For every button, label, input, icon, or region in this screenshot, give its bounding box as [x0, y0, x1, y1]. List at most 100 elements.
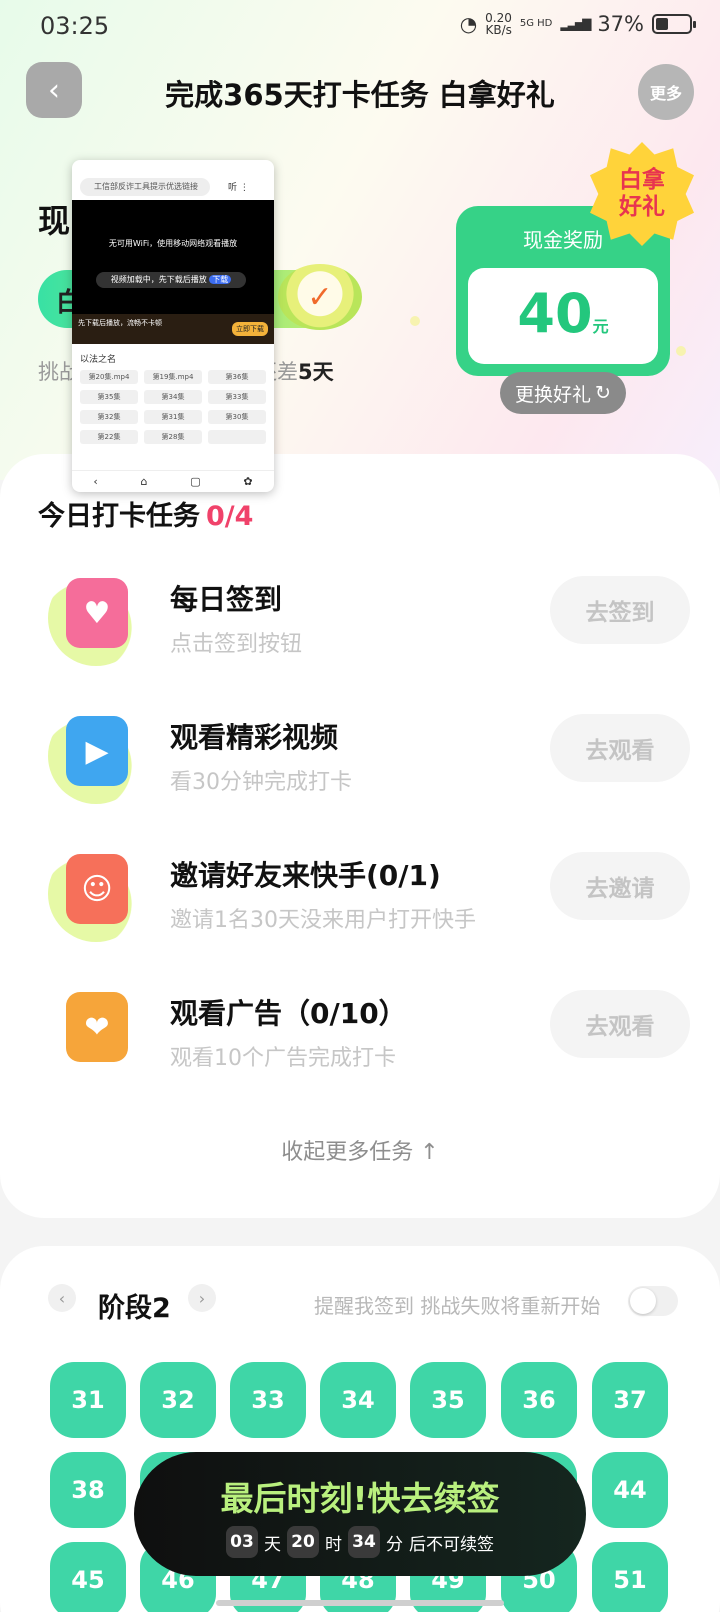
header: ‹ 完成365天打卡任务 白拿好礼 更多	[0, 62, 720, 124]
pip-episode[interactable]: 第36集	[208, 370, 266, 384]
tabs-icon[interactable]: ▢	[190, 475, 200, 488]
network-speed: 0.20 KB/s	[485, 12, 512, 36]
day-cell[interactable]: 51	[592, 1542, 668, 1612]
day-cell[interactable]: 33	[230, 1362, 306, 1438]
pip-listen-label: 听	[228, 183, 238, 193]
day-cell[interactable]: 32	[140, 1362, 216, 1438]
countdown-hours-unit: 时	[325, 1534, 342, 1555]
speedometer-icon: ◔	[459, 12, 478, 36]
collapse-tasks-button[interactable]: 收起更多任务 ↑	[0, 1134, 720, 1166]
next-stage-button[interactable]: ›	[188, 1284, 216, 1312]
task-item-video: ▶ 观看精彩视频 看30分钟完成打卡 去观看	[0, 702, 720, 822]
home-icon[interactable]: ⌂	[141, 475, 148, 488]
pip-episode[interactable]: 第31集	[144, 410, 202, 424]
day-cell[interactable]: 37	[592, 1362, 668, 1438]
calendar-heart-icon: ♥	[48, 570, 144, 666]
gift-icon: ❤	[48, 984, 144, 1080]
refresh-icon: ↻	[595, 382, 611, 404]
pip-series-name: 以法之名	[80, 355, 117, 365]
task-desc: 邀请1名30天没来用户打开快手	[170, 908, 476, 933]
hero-heading: 现	[38, 202, 71, 240]
pip-loading-text: 视频加载中，先下载后播放	[110, 275, 207, 284]
battery-icon	[652, 14, 696, 34]
checkin-button[interactable]: 去签到	[550, 576, 690, 644]
countdown-hours: 20	[287, 1526, 319, 1558]
day-cell[interactable]: 31	[50, 1362, 126, 1438]
cash-amount-box: 40元	[468, 268, 658, 364]
pip-episode[interactable]: 第28集	[144, 430, 202, 444]
cash-unit: 元	[592, 317, 609, 336]
pip-episode[interactable]: 第19集.mp4	[144, 370, 202, 384]
watch-video-button[interactable]: 去观看	[550, 714, 690, 782]
play-video-icon: ▶	[48, 708, 144, 804]
tasks-title: 今日打卡任务 0/4	[38, 494, 253, 533]
pip-toolbar: ‹ ⌂ ▢ ✿	[72, 470, 274, 492]
pip-listen-button[interactable]: 听 ⋮	[228, 180, 249, 193]
pip-loading-bar: 视频加载中，先下载后播放 下载	[96, 272, 246, 288]
floating-video-window[interactable]: 工信部反诈工具提示优选链接 听 ⋮ 无可用WiFi，使用移动网络观看播放 视频加…	[72, 160, 274, 492]
day-cell[interactable]: 36	[501, 1362, 577, 1438]
remind-toggle[interactable]	[628, 1286, 678, 1316]
status-right: ◔ 0.20 KB/s 5G HD ▂▃▅▇ 37%	[459, 12, 696, 36]
toggle-knob	[630, 1288, 656, 1314]
invite-user-icon: ☺	[48, 846, 144, 942]
daily-tasks-card: 今日打卡任务 0/4 ♥ 每日签到 点击签到按钮 去签到 ▶ 观看精彩视频 看30…	[0, 454, 720, 1218]
home-indicator[interactable]	[216, 1600, 504, 1606]
day-cell[interactable]: 44	[592, 1452, 668, 1528]
remind-text: 提醒我签到 挑战失败将重新开始	[314, 1294, 601, 1318]
pip-video-notice: 无可用WiFi，使用移动网络观看播放	[108, 239, 238, 248]
prev-stage-button[interactable]: ‹	[48, 1284, 76, 1312]
signal-icon: ▂▃▅▇	[560, 17, 591, 31]
tasks-progress: 0/4	[206, 501, 254, 532]
pip-episode[interactable]: 第20集.mp4	[80, 370, 138, 384]
chevron-left-icon: ‹	[48, 72, 60, 108]
countdown-suffix: 后不可续签	[409, 1534, 494, 1555]
settings-icon[interactable]: ✿	[243, 475, 252, 488]
clock-icon: ✓	[278, 264, 362, 330]
day-cell[interactable]: 34	[320, 1362, 396, 1438]
free-gift-badge-text: 白拿好礼	[619, 167, 665, 220]
chevron-right-icon: ›	[198, 1288, 206, 1308]
task-name: 观看精彩视频	[170, 721, 339, 754]
pip-episode[interactable]: 第33集	[208, 390, 266, 404]
watch-ads-button[interactable]: 去观看	[550, 990, 690, 1058]
task-name: 邀请好友来快手(0/1)	[170, 859, 441, 892]
pip-episode[interactable]: 第35集	[80, 390, 138, 404]
pip-ad-bar: 立即下载 先下载后播放，流畅不卡顿	[72, 314, 274, 344]
more-button[interactable]: 更多	[638, 64, 694, 120]
task-item-ads: ❤ 观看广告（0/10） 观看10个广告完成打卡 去观看	[0, 978, 720, 1098]
status-bar: 03:25 ◔ 0.20 KB/s 5G HD ▂▃▅▇ 37%	[0, 0, 720, 54]
status-time: 03:25	[40, 12, 110, 40]
pip-download-button[interactable]: 下载	[209, 275, 232, 284]
pip-episode[interactable]: 第22集	[80, 430, 138, 444]
sparkle-dot	[410, 316, 420, 326]
day-cell[interactable]: 35	[410, 1362, 486, 1438]
pip-episode[interactable]: 第30集	[208, 410, 266, 424]
day-cell[interactable]: 38	[50, 1452, 126, 1528]
chevron-left-icon[interactable]: ‹	[93, 475, 97, 488]
pip-ad-button[interactable]: 立即下载	[232, 322, 268, 336]
task-desc: 看30分钟完成打卡	[170, 770, 352, 795]
back-button[interactable]: ‹	[26, 62, 82, 118]
day-cell[interactable]: 45	[50, 1542, 126, 1612]
network-type: 5G HD	[519, 18, 553, 29]
renew-banner[interactable]: 最后时刻!快去续签 03 天 20 时 34 分 后不可续签	[134, 1452, 586, 1576]
invite-button[interactable]: 去邀请	[550, 852, 690, 920]
task-desc: 观看10个广告完成打卡	[170, 1046, 396, 1071]
speed-unit: KB/s	[485, 23, 512, 37]
pip-video-area[interactable]: 无可用WiFi，使用移动网络观看播放 视频加载中，先下载后播放 下载	[72, 200, 274, 314]
tasks-title-text: 今日打卡任务	[38, 501, 200, 532]
page-title: 完成365天打卡任务 白拿好礼	[165, 78, 555, 112]
countdown-minutes-unit: 分	[386, 1534, 403, 1555]
pip-episode[interactable]: 第34集	[144, 390, 202, 404]
task-desc: 点击签到按钮	[170, 632, 303, 657]
cash-amount: 40	[517, 282, 593, 345]
swap-gift-button[interactable]: 更换好礼 ↻	[500, 372, 626, 414]
pip-episode[interactable]	[208, 430, 266, 444]
stage-label: 阶段2	[98, 1293, 171, 1324]
task-item-checkin: ♥ 每日签到 点击签到按钮 去签到	[0, 564, 720, 684]
pip-episode[interactable]: 第32集	[80, 410, 138, 424]
countdown-days-unit: 天	[264, 1534, 281, 1555]
battery-percent: 37%	[597, 12, 644, 36]
pip-url-bar[interactable]: 工信部反诈工具提示优选链接	[80, 178, 210, 196]
